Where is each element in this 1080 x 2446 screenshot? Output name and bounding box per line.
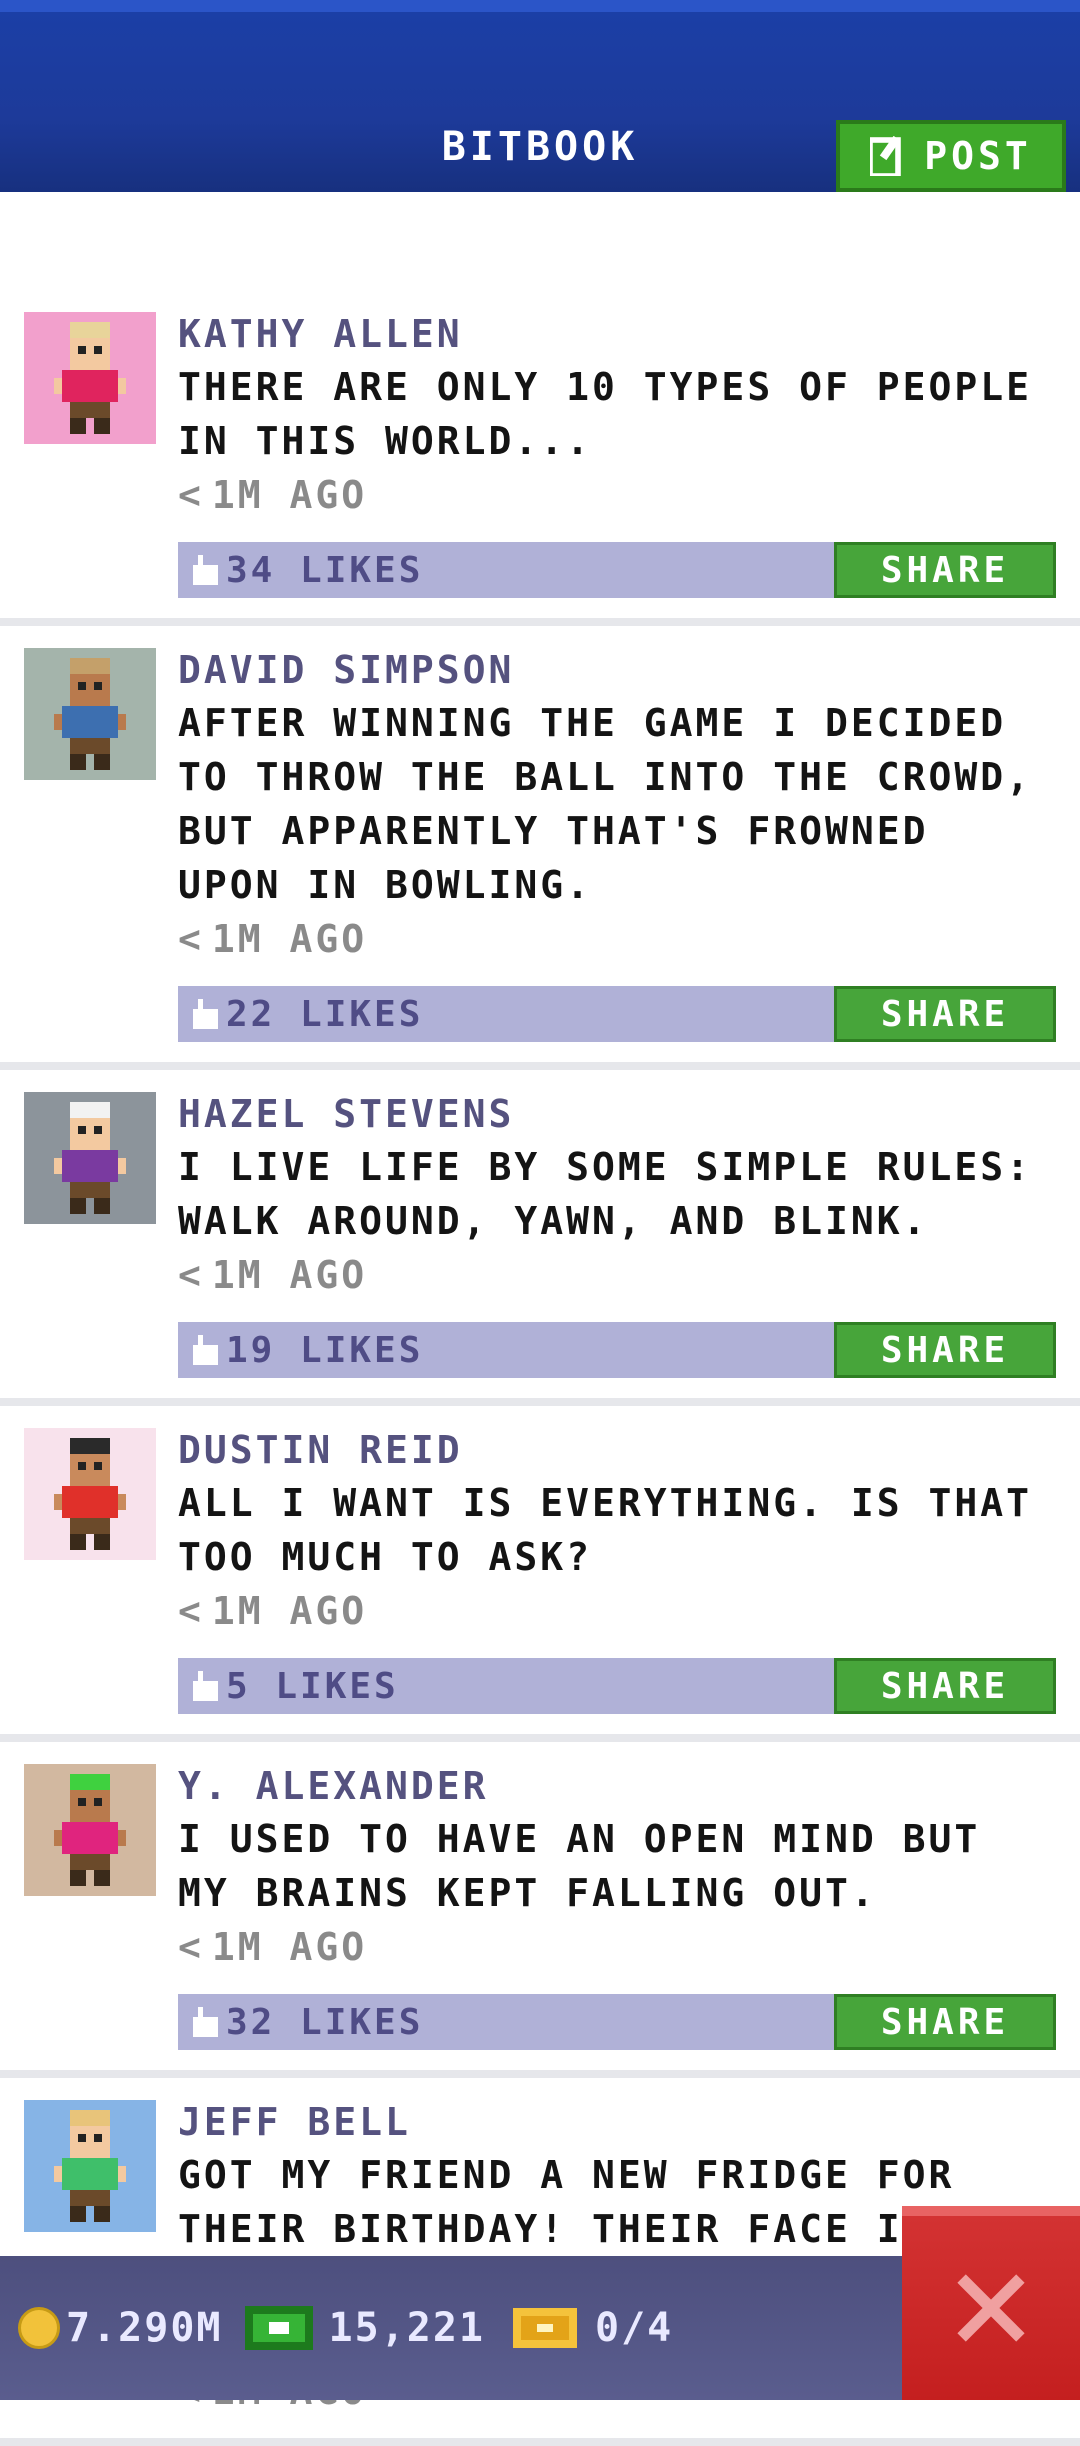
post-author: DAVID SIMPSON (178, 648, 515, 692)
share-button[interactable]: SHARE (834, 986, 1056, 1042)
share-button-label: SHARE (880, 993, 1010, 1035)
likes-count: 34 LIKES (226, 549, 424, 591)
share-button[interactable]: SHARE (834, 542, 1056, 598)
avatar (24, 1764, 156, 1896)
feed-list[interactable]: KATHY ALLEN THERE ARE ONLY 10 TYPES OF P… (0, 290, 1080, 2446)
avatar (24, 2100, 156, 2232)
post-author: Y. ALEXANDER (178, 1764, 489, 1808)
thumbs-up-icon[interactable] (188, 555, 218, 585)
clock-icon: < (178, 1253, 204, 1297)
clock-icon: < (178, 917, 204, 961)
like-bar: 19 LIKES SHARE (178, 1322, 1056, 1378)
post-content: Y. ALEXANDER I USED TO HAVE AN OPEN MIND… (178, 1760, 1056, 2050)
share-button-label: SHARE (880, 2001, 1010, 2043)
like-bar: 32 LIKES SHARE (178, 1994, 1056, 2050)
like-bar: 22 LIKES SHARE (178, 986, 1056, 1042)
like-bar: 5 LIKES SHARE (178, 1658, 1056, 1714)
feed-post: KATHY ALLEN THERE ARE ONLY 10 TYPES OF P… (0, 290, 1080, 626)
coins-value: 7.290M (66, 2305, 223, 2351)
top-bar: BITBOOK POST (0, 0, 1080, 192)
bux-icon (244, 2306, 313, 2350)
share-button[interactable]: SHARE (834, 1658, 1056, 1714)
avatar-person-icon (54, 2110, 126, 2222)
feed-post: Y. ALEXANDER I USED TO HAVE AN OPEN MIND… (0, 1742, 1080, 2078)
share-button-label: SHARE (880, 1329, 1010, 1371)
thumbs-up-icon[interactable] (188, 1671, 218, 1701)
post-time-text: 1M AGO (211, 1925, 368, 1969)
post-author: KATHY ALLEN (178, 312, 463, 356)
tickets-value: 0/4 (595, 2305, 674, 2351)
likes-count: 5 LIKES (226, 1665, 399, 1707)
edit-icon (870, 136, 902, 176)
post-text: THERE ARE ONLY 10 TYPES OF PEOPLE IN THI… (178, 365, 1032, 463)
post-time-text: 1M AGO (211, 1253, 368, 1297)
avatar-person-icon (54, 322, 126, 434)
likes-count: 22 LIKES (226, 993, 424, 1035)
post-button-label: POST (924, 134, 1032, 178)
feed-post: DAVID SIMPSON AFTER WINNING THE GAME I D… (0, 626, 1080, 1070)
avatar-person-icon (54, 1102, 126, 1214)
avatar-person-icon (54, 658, 126, 770)
post-content: HAZEL STEVENS I LIVE LIFE BY SOME SIMPLE… (178, 1088, 1056, 1378)
clock-icon: < (178, 473, 204, 517)
post-content: KATHY ALLEN THERE ARE ONLY 10 TYPES OF P… (178, 308, 1056, 598)
close-icon (957, 2274, 1025, 2342)
clock-icon: < (178, 1589, 204, 1633)
thumbs-up-icon[interactable] (188, 2007, 218, 2037)
coin-icon (18, 2307, 60, 2349)
avatar-person-icon (54, 1774, 126, 1886)
post-text: I USED TO HAVE AN OPEN MIND BUT MY BRAIN… (178, 1817, 981, 1915)
post-time-text: 1M AGO (211, 1589, 368, 1633)
share-button[interactable]: SHARE (834, 1994, 1056, 2050)
likes-count: 19 LIKES (226, 1329, 424, 1371)
post-text: AFTER WINNING THE GAME I DECIDED TO THRO… (178, 701, 1032, 907)
share-button-label: SHARE (880, 1665, 1010, 1707)
post-time-text: 1M AGO (211, 917, 368, 961)
bux-value: 15,221 (328, 2305, 485, 2351)
share-button[interactable]: SHARE (834, 1322, 1056, 1378)
likes-count: 32 LIKES (226, 2001, 424, 2043)
post-time-text: 1M AGO (211, 473, 368, 517)
post-time: < 1M AGO (178, 1584, 1056, 1638)
post-time: < 1M AGO (178, 468, 1056, 522)
clock-icon: < (178, 1925, 204, 1969)
post-time: < 1M AGO (178, 912, 1056, 966)
avatar (24, 1092, 156, 1224)
avatar (24, 648, 156, 780)
avatar (24, 312, 156, 444)
post-text: ALL I WANT IS EVERYTHING. IS THAT TOO MU… (178, 1481, 1032, 1579)
post-author: HAZEL STEVENS (178, 1092, 515, 1136)
close-button[interactable] (902, 2206, 1080, 2400)
post-author: DUSTIN REID (178, 1428, 463, 1472)
post-time: < 1M AGO (178, 1248, 1056, 1302)
post-author: JEFF BELL (178, 2100, 411, 2144)
feed-post: HAZEL STEVENS I LIVE LIFE BY SOME SIMPLE… (0, 1070, 1080, 1406)
post-time: < 1M AGO (178, 1920, 1056, 1974)
post-text: I LIVE LIFE BY SOME SIMPLE RULES: WALK A… (178, 1145, 1032, 1243)
thumbs-up-icon[interactable] (188, 999, 218, 1029)
avatar-person-icon (54, 1438, 126, 1550)
avatar (24, 1428, 156, 1560)
share-button-label: SHARE (880, 549, 1010, 591)
ticket-icon (513, 2308, 577, 2348)
thumbs-up-icon[interactable] (188, 1335, 218, 1365)
post-button[interactable]: POST (836, 120, 1066, 192)
like-bar: 34 LIKES SHARE (178, 542, 1056, 598)
feed-post: DUSTIN REID ALL I WANT IS EVERYTHING. IS… (0, 1406, 1080, 1742)
post-content: DAVID SIMPSON AFTER WINNING THE GAME I D… (178, 644, 1056, 1042)
post-content: DUSTIN REID ALL I WANT IS EVERYTHING. IS… (178, 1424, 1056, 1714)
